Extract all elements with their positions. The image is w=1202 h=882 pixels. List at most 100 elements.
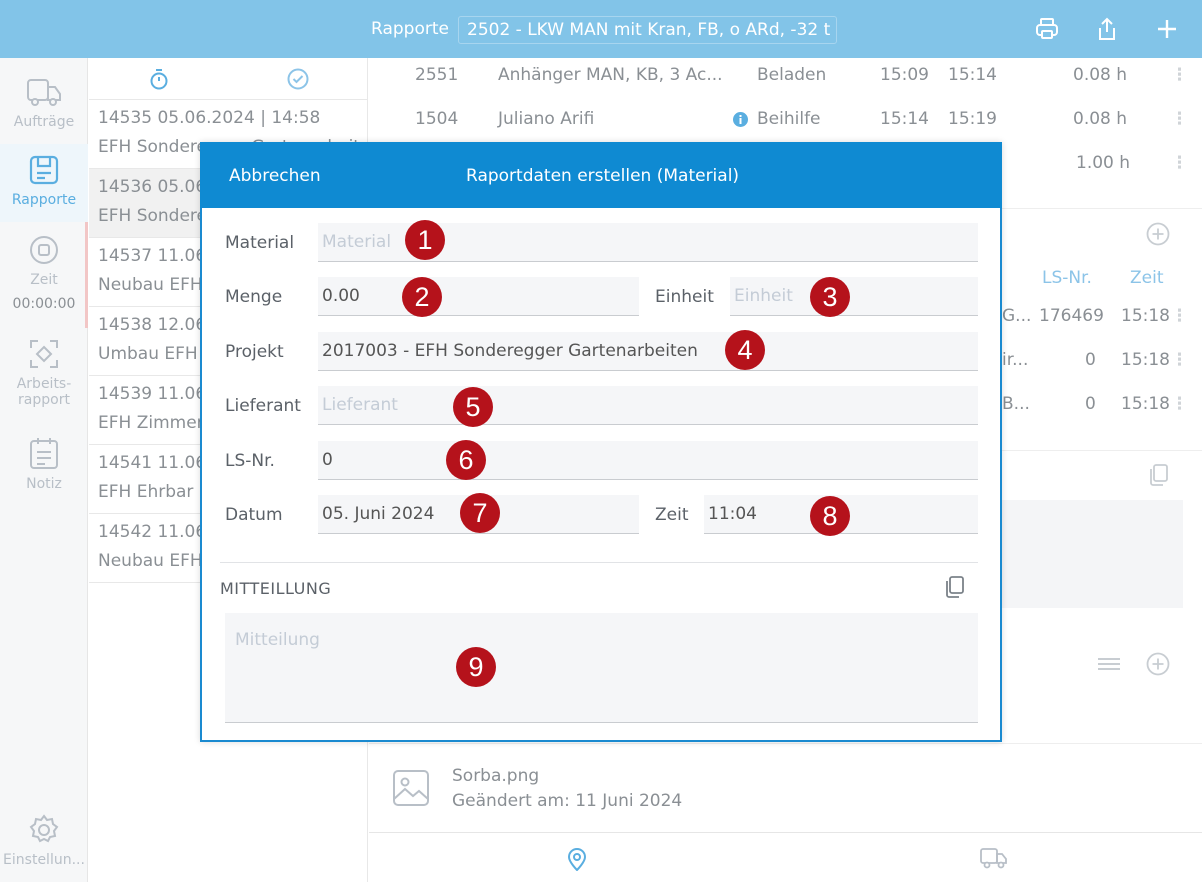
stopwatch-icon[interactable] — [149, 68, 169, 90]
label-datum: Datum — [225, 505, 283, 525]
label-einheit: Einheit — [655, 287, 714, 307]
kebab-menu-icon[interactable]: ⋮ — [1171, 65, 1188, 85]
nav-item-notiz[interactable]: Notiz — [0, 436, 88, 492]
row-time: 15:18 — [1121, 350, 1170, 370]
page-title: Rapporte — [371, 19, 449, 39]
row-hours: 0.08 h — [1073, 109, 1128, 129]
check-circle-icon[interactable] — [287, 68, 309, 90]
list-item-header: 14535 05.06.2024 | 14:58 — [98, 108, 321, 128]
unit-field[interactable]: Einheit — [730, 277, 978, 316]
table-row[interactable]: 1504 Juliano Arifi Beihilfe 15:14 15:19 … — [369, 109, 1202, 131]
row-ls: 0 — [1085, 394, 1096, 414]
annotation-badge: 9 — [456, 647, 496, 687]
add-material-icon[interactable] — [1146, 222, 1170, 250]
detail-footer — [369, 832, 1202, 882]
attachment-item[interactable]: Sorba.png Geändert am: 11 Juni 2024 — [369, 743, 1202, 833]
row-ls: 0 — [1085, 350, 1096, 370]
message-box[interactable] — [991, 500, 1183, 608]
annotation-badge: 2 — [402, 277, 442, 317]
annotation-badge: 7 — [460, 493, 500, 533]
col-time: Zeit — [1130, 268, 1164, 288]
kebab-menu-icon[interactable]: ⋮ — [1171, 350, 1188, 370]
nav-label-auftraege: Aufträge — [13, 114, 75, 130]
kebab-menu-icon[interactable]: ⋮ — [1171, 109, 1188, 129]
label-projekt: Projekt — [225, 342, 284, 362]
nav-label-arbeitsrapport-2: rapport — [18, 392, 70, 408]
clipboard-icon — [30, 438, 58, 469]
nav-item-auftraege[interactable]: Aufträge — [0, 76, 88, 130]
label-zeit: Zeit — [655, 505, 689, 525]
row-time: 15:18 — [1121, 306, 1170, 326]
report-icon — [29, 155, 59, 185]
message-textarea[interactable]: Mitteilung — [225, 613, 978, 723]
copy-icon[interactable] — [1147, 463, 1169, 491]
table-row[interactable]: 2551 Anhänger MAN, KB, 3 Ac... Beladen 1… — [369, 65, 1202, 87]
reorder-icon[interactable] — [1097, 656, 1121, 675]
divider — [220, 562, 978, 563]
truck-icon[interactable] — [980, 847, 1008, 873]
row-to: 15:19 — [948, 109, 997, 129]
row-type: Beihilfe — [757, 109, 821, 129]
create-material-dialog: Abbrechen Raportdaten erstellen (Materia… — [200, 142, 1002, 742]
share-icon[interactable] — [1095, 17, 1119, 41]
quantity-field[interactable]: 0.00 — [318, 277, 639, 316]
nav-label-zeit: Zeit — [30, 272, 58, 288]
row-hours: 1.00 h — [1076, 153, 1131, 173]
dialog-header: Abbrechen Raportdaten erstellen (Materia… — [200, 142, 1002, 208]
cancel-button[interactable]: Abbrechen — [229, 166, 321, 186]
project-field[interactable]: 2017003 - EFH Sonderegger Gartenarbeiten — [318, 332, 978, 371]
row-type: Beladen — [757, 65, 827, 85]
list-header — [89, 58, 367, 100]
row-fragment: G... — [1002, 306, 1032, 326]
gear-icon — [29, 814, 59, 843]
annotation-badge: 8 — [810, 496, 850, 536]
nav-item-arbeitsrapport[interactable]: Arbeits- rapport — [0, 338, 88, 408]
row-id: 2551 — [415, 65, 459, 85]
stop-timer-icon — [30, 236, 58, 264]
timer-value: 00:00:00 — [12, 296, 76, 312]
attachment-name: Sorba.png — [452, 766, 540, 786]
supplier-field[interactable]: Lieferant — [318, 386, 978, 425]
row-from: 15:09 — [880, 65, 929, 85]
label-material: Material — [225, 233, 295, 253]
annotation-badge: 6 — [446, 440, 486, 480]
row-fragment: ir... — [1002, 350, 1029, 370]
annotation-badge: 1 — [405, 220, 445, 260]
col-ls: LS-Nr. — [1042, 268, 1092, 288]
delivery-note-field[interactable]: 0 — [318, 441, 978, 480]
nav-item-zeit[interactable]: Zeit 00:00:00 — [0, 234, 88, 312]
annotation-badge: 4 — [725, 330, 765, 370]
row-name: Juliano Arifi — [498, 109, 595, 129]
nav-label-notiz: Notiz — [26, 476, 62, 492]
kebab-menu-icon[interactable]: ⋮ — [1171, 153, 1188, 173]
location-pin-icon[interactable] — [566, 847, 588, 875]
plus-icon[interactable] — [1155, 17, 1179, 41]
dialog-title: Raportdaten erstellen (Material) — [466, 166, 740, 186]
row-hours: 0.08 h — [1073, 65, 1128, 85]
annotation-badge: 5 — [453, 387, 493, 427]
running-indicator — [85, 222, 88, 328]
nav-item-einstellungen[interactable]: Einstellun... — [0, 814, 88, 868]
attachment-date: Geändert am: 11 Juni 2024 — [452, 791, 683, 811]
add-attachment-icon[interactable] — [1146, 652, 1170, 680]
printer-icon[interactable] — [1035, 17, 1059, 41]
nav-item-rapporte[interactable]: Rapporte — [0, 144, 88, 222]
row-time: 15:18 — [1121, 394, 1170, 414]
row-from: 15:14 — [880, 109, 929, 129]
message-section-title: MITTEILLUNG — [220, 579, 332, 598]
label-menge: Menge — [225, 287, 283, 307]
label-ls-nr: LS-Nr. — [225, 451, 275, 471]
kebab-menu-icon[interactable]: ⋮ — [1171, 394, 1188, 414]
row-id: 1504 — [415, 109, 459, 129]
kebab-menu-icon[interactable]: ⋮ — [1171, 306, 1188, 326]
scan-icon — [30, 340, 58, 368]
info-icon[interactable] — [733, 112, 748, 132]
annotation-badge: 3 — [810, 277, 850, 317]
nav-label-arbeitsrapport: Arbeits- — [16, 376, 72, 392]
row-to: 15:14 — [948, 65, 997, 85]
truck-icon — [27, 79, 61, 106]
copy-icon[interactable] — [943, 575, 965, 603]
row-name: Anhänger MAN, KB, 3 Ac... — [498, 65, 723, 85]
side-nav: Aufträge Rapporte Zeit 00:00:00 Arbeits-… — [0, 58, 88, 882]
project-select[interactable]: 2502 - LKW MAN mit Kran, FB, o ARd, -32 … — [458, 16, 837, 44]
